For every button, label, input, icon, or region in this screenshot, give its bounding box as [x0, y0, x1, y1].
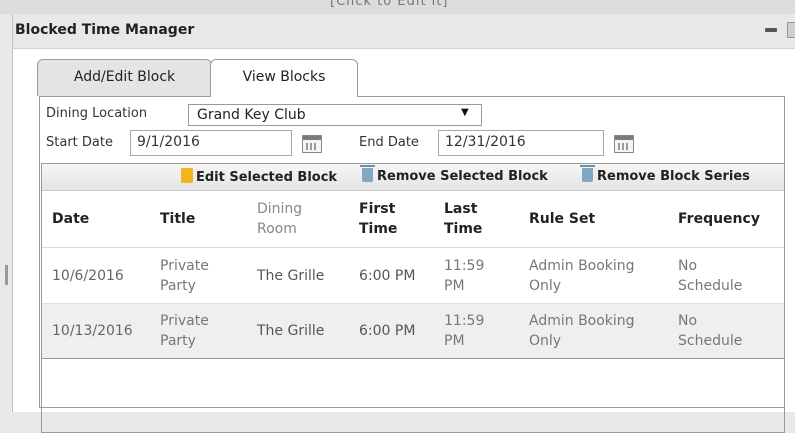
- column-header-dining-room[interactable]: Dining Room: [257, 199, 302, 239]
- column-header-date[interactable]: Date: [52, 209, 89, 229]
- dropdown-arrow-icon: ▼: [461, 107, 469, 118]
- end-date-label: End Date: [359, 135, 419, 150]
- cell-rule-set: Admin Booking Only: [529, 258, 635, 294]
- tab-view-blocks[interactable]: View Blocks: [210, 59, 358, 97]
- start-date-calendar-icon[interactable]: [302, 135, 322, 153]
- cell-frequency: No Schedule: [678, 258, 743, 294]
- start-date-label: Start Date: [46, 135, 113, 150]
- window-titlebar: Blocked Time Manager: [13, 14, 795, 49]
- column-header-title[interactable]: Title: [160, 209, 195, 229]
- table-row[interactable]: 10/13/2016 Private Party The Grille 6:00 …: [42, 304, 784, 359]
- background-app: [Click to Edit it]: [0, 0, 795, 14]
- tab-add-edit-block[interactable]: Add/Edit Block: [37, 59, 212, 96]
- cell-date: 10/13/2016: [52, 323, 133, 339]
- background-hint-text: [Click to Edit it]: [330, 0, 449, 9]
- cell-rule-set: Admin Booking Only: [529, 313, 635, 349]
- background-edge: [5, 265, 8, 285]
- trash-icon: [580, 165, 595, 182]
- dining-location-select[interactable]: Grand Key Club ▼: [188, 104, 482, 126]
- cell-dining-room: The Grille: [257, 323, 325, 339]
- cell-first-time: 6:00 PM: [359, 323, 416, 339]
- close-button[interactable]: [787, 22, 795, 38]
- column-header-first-time[interactable]: First Time: [359, 199, 397, 239]
- dining-location-value: Grand Key Club: [197, 107, 306, 123]
- end-date-calendar-icon[interactable]: [614, 135, 634, 153]
- end-date-input[interactable]: 12/31/2016: [438, 130, 604, 156]
- edit-icon: [181, 168, 193, 183]
- column-header-rule-set[interactable]: Rule Set: [529, 209, 595, 229]
- cell-date: 10/6/2016: [52, 268, 124, 284]
- table-row[interactable]: 10/6/2016 Private Party The Grille 6:00 P…: [42, 249, 784, 304]
- window-title: Blocked Time Manager: [15, 22, 195, 38]
- trash-icon: [360, 165, 375, 182]
- grid-toolbar: Edit Selected Block Remove Selected Bloc…: [42, 164, 784, 191]
- end-date-value: 12/31/2016: [445, 134, 526, 150]
- table-header: Date Title Dining Room First Time Last Time…: [42, 191, 784, 248]
- cell-title: Private Party: [160, 313, 209, 349]
- remove-selected-block-label: Remove Selected Block: [377, 169, 548, 184]
- blocks-grid: Edit Selected Block Remove Selected Bloc…: [41, 163, 785, 433]
- cell-last-time: 11:59 PM: [444, 258, 485, 294]
- minimize-button[interactable]: [765, 28, 777, 32]
- view-blocks-panel: Dining Location Grand Key Club ▼ Start D…: [39, 96, 785, 433]
- cell-frequency: No Schedule: [678, 313, 743, 349]
- cell-last-time: 11:59 PM: [444, 313, 485, 349]
- cell-first-time: 6:00 PM: [359, 268, 416, 284]
- remove-block-series-button[interactable]: Remove Block Series: [580, 165, 750, 184]
- start-date-input[interactable]: 9/1/2016: [130, 130, 292, 156]
- edit-selected-block-button[interactable]: Edit Selected Block: [181, 168, 337, 185]
- dining-location-label: Dining Location: [46, 106, 148, 121]
- column-header-last-time[interactable]: Last Time: [444, 199, 482, 239]
- edit-selected-block-label: Edit Selected Block: [196, 170, 338, 185]
- start-date-value: 9/1/2016: [137, 134, 200, 150]
- column-header-frequency[interactable]: Frequency: [678, 209, 760, 229]
- remove-block-series-label: Remove Block Series: [597, 169, 750, 184]
- cell-dining-room: The Grille: [257, 268, 325, 284]
- remove-selected-block-button[interactable]: Remove Selected Block: [360, 165, 548, 184]
- blocked-time-manager-window: Blocked Time Manager Add/Edit Block View…: [12, 14, 795, 433]
- cell-title: Private Party: [160, 258, 209, 294]
